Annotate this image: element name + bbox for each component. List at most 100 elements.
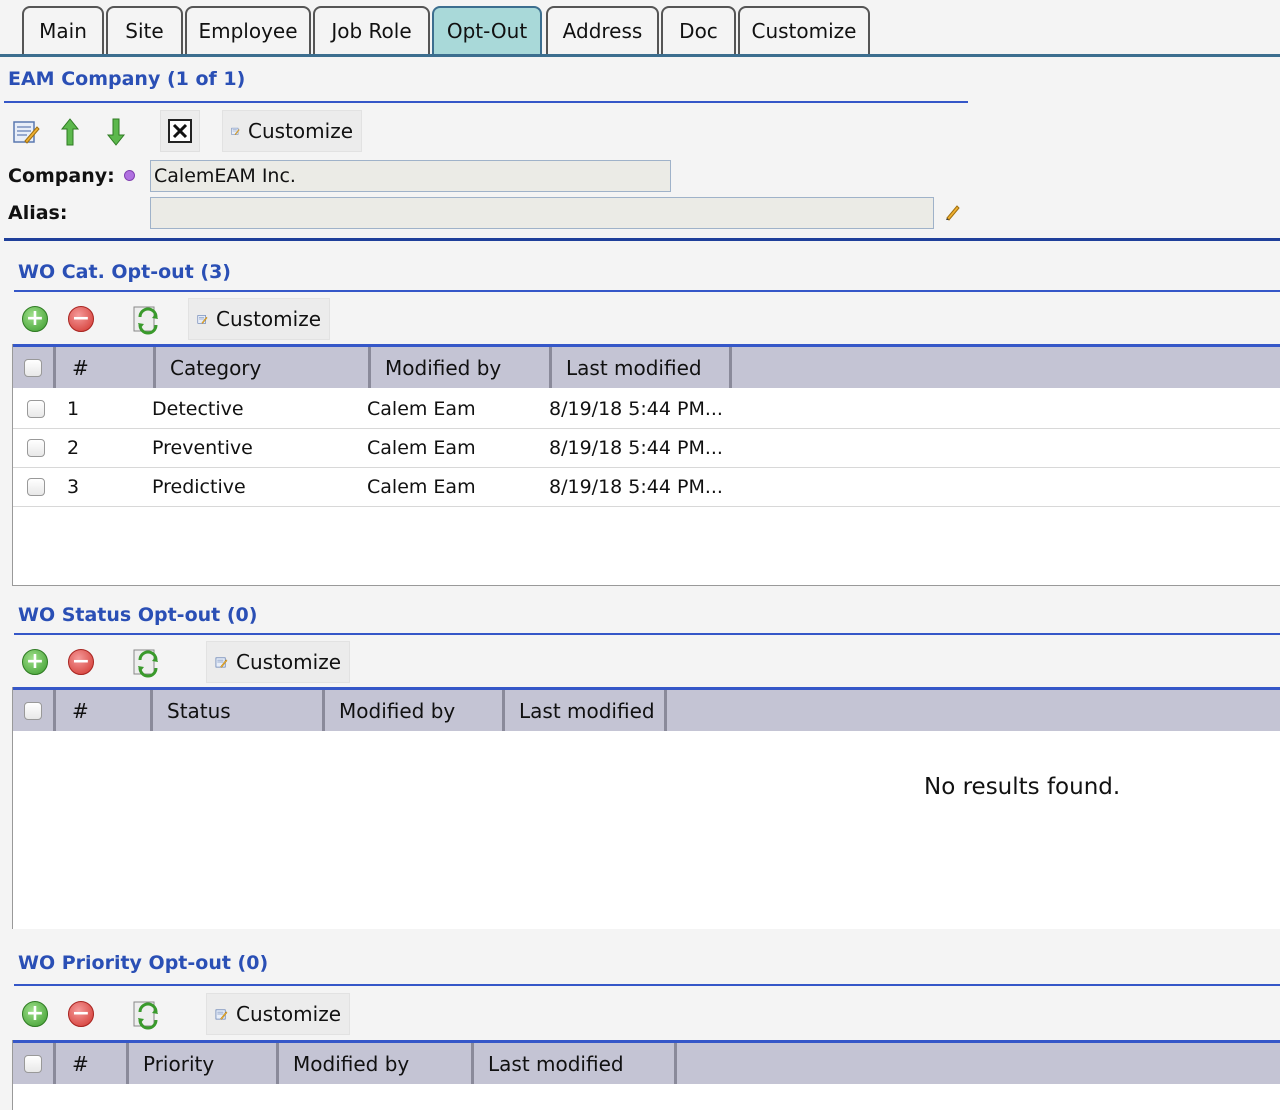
wo-cat-delete-button[interactable]: −	[64, 302, 98, 336]
row-checkbox-cell[interactable]	[27, 429, 45, 467]
move-up-button[interactable]	[54, 114, 86, 150]
col-priority[interactable]: Priority	[129, 1043, 279, 1084]
row-category: Predictive	[152, 476, 246, 498]
company-title-rule	[4, 101, 968, 103]
alias-label: Alias:	[8, 202, 68, 224]
row-checkbox[interactable]	[27, 478, 45, 496]
select-all-checkbox[interactable]	[24, 1054, 42, 1073]
wo-priority-refresh-button[interactable]	[126, 995, 166, 1033]
col-status[interactable]: Status	[153, 690, 325, 731]
customize-label: Customize	[216, 307, 321, 331]
col-last-modified[interactable]: Last modified	[505, 690, 667, 731]
row-last-modified: 8/19/18 5:44 PM...	[549, 476, 723, 498]
row-checkbox-cell[interactable]	[27, 468, 45, 506]
col-modified-by[interactable]: Modified by	[325, 690, 505, 731]
wo-priority-customize-button[interactable]: Customize	[206, 993, 350, 1035]
wo-status-grid: # Status Modified by Last modified No re…	[12, 687, 1280, 929]
company-section-divider	[4, 238, 1280, 241]
close-button[interactable]	[160, 110, 200, 152]
move-down-button[interactable]	[100, 114, 132, 150]
tab-employee[interactable]: Employee	[185, 6, 311, 54]
pencil-icon	[946, 205, 960, 221]
select-all-cell[interactable]	[13, 347, 56, 388]
col-modified-by[interactable]: Modified by	[371, 347, 552, 388]
table-row[interactable]: 1 Detective Calem Eam 8/19/18 5:44 PM...	[13, 390, 1280, 429]
col-modified-by[interactable]: Modified by	[279, 1043, 474, 1084]
row-checkbox[interactable]	[27, 439, 45, 457]
wo-status-customize-button[interactable]: Customize	[206, 641, 350, 683]
wo-priority-title: WO Priority Opt-out (0)	[18, 952, 269, 974]
header-filler	[732, 347, 1280, 388]
wo-priority-add-button[interactable]: +	[18, 997, 52, 1031]
header-filler	[677, 1043, 1280, 1084]
refresh-icon	[133, 1001, 158, 1030]
wo-status-refresh-button[interactable]	[126, 643, 166, 681]
company-label: Company:	[8, 165, 115, 187]
arrow-up-icon	[60, 118, 80, 146]
col-number[interactable]: #	[56, 1043, 129, 1084]
col-number[interactable]: #	[56, 690, 153, 731]
tab-site[interactable]: Site	[106, 6, 183, 54]
wo-cat-customize-button[interactable]: Customize	[188, 298, 330, 340]
company-customize-button[interactable]: Customize	[222, 110, 362, 152]
customize-label: Customize	[236, 650, 341, 674]
wo-cat-grid: # Category Modified by Last modified 1 D…	[12, 344, 1280, 586]
row-number: 2	[67, 437, 80, 459]
no-results-message: No results found.	[924, 774, 1121, 800]
row-modified-by: Calem Eam	[367, 398, 476, 420]
wo-status-add-button[interactable]: +	[18, 645, 52, 679]
refresh-icon	[133, 649, 158, 678]
row-checkbox[interactable]	[27, 400, 45, 418]
select-all-checkbox[interactable]	[24, 701, 42, 720]
add-icon: +	[22, 1001, 48, 1027]
wo-status-title: WO Status Opt-out (0)	[18, 604, 258, 626]
wo-status-grid-header: # Status Modified by Last modified	[13, 687, 1280, 731]
wo-status-title-rule	[14, 633, 1280, 635]
wo-cat-refresh-button[interactable]	[126, 300, 166, 338]
wo-cat-add-button[interactable]: +	[18, 302, 52, 336]
wo-priority-grid: # Priority Modified by Last modified	[12, 1040, 1280, 1110]
row-last-modified: 8/19/18 5:44 PM...	[549, 398, 723, 420]
remove-icon: −	[68, 306, 94, 332]
row-modified-by: Calem Eam	[367, 437, 476, 459]
row-number: 1	[67, 398, 80, 420]
tab-main[interactable]: Main	[22, 6, 104, 54]
table-row[interactable]: 3 Predictive Calem Eam 8/19/18 5:44 PM..…	[13, 468, 1280, 507]
tab-job-role[interactable]: Job Role	[313, 6, 430, 54]
add-icon: +	[22, 306, 48, 332]
alias-field[interactable]	[150, 197, 934, 229]
tab-doc[interactable]: Doc	[661, 6, 736, 54]
col-category[interactable]: Category	[156, 347, 371, 388]
select-all-cell[interactable]	[13, 690, 56, 731]
tab-address[interactable]: Address	[546, 6, 659, 54]
wo-priority-title-rule	[14, 984, 1280, 986]
customize-icon	[215, 1009, 228, 1020]
tab-bar: Main Site Employee Job Role Opt-Out Addr…	[0, 0, 1280, 58]
refresh-icon	[133, 306, 158, 335]
wo-priority-delete-button[interactable]: −	[64, 997, 98, 1031]
company-field[interactable]: CalemEAM Inc.	[150, 160, 671, 192]
remove-icon: −	[68, 1001, 94, 1027]
select-all-checkbox[interactable]	[24, 358, 42, 377]
col-last-modified[interactable]: Last modified	[474, 1043, 677, 1084]
row-last-modified: 8/19/18 5:44 PM...	[549, 437, 723, 459]
header-filler	[667, 690, 1280, 731]
customize-label: Customize	[248, 119, 353, 143]
tab-opt-out[interactable]: Opt-Out	[432, 6, 542, 54]
tab-customize[interactable]: Customize	[738, 6, 870, 54]
alias-edit-button[interactable]	[940, 198, 966, 226]
customize-icon	[231, 127, 240, 136]
col-last-modified[interactable]: Last modified	[552, 347, 732, 388]
wo-status-delete-button[interactable]: −	[64, 645, 98, 679]
wo-cat-grid-header: # Category Modified by Last modified	[13, 344, 1280, 388]
required-indicator-icon	[124, 170, 135, 181]
arrow-down-icon	[106, 118, 126, 146]
edit-form-icon	[13, 121, 40, 144]
edit-button[interactable]	[8, 114, 44, 150]
col-number[interactable]: #	[56, 347, 156, 388]
add-icon: +	[22, 649, 48, 675]
close-icon	[168, 119, 192, 143]
select-all-cell[interactable]	[13, 1043, 56, 1084]
table-row[interactable]: 2 Preventive Calem Eam 8/19/18 5:44 PM..…	[13, 429, 1280, 468]
row-checkbox-cell[interactable]	[27, 390, 45, 428]
